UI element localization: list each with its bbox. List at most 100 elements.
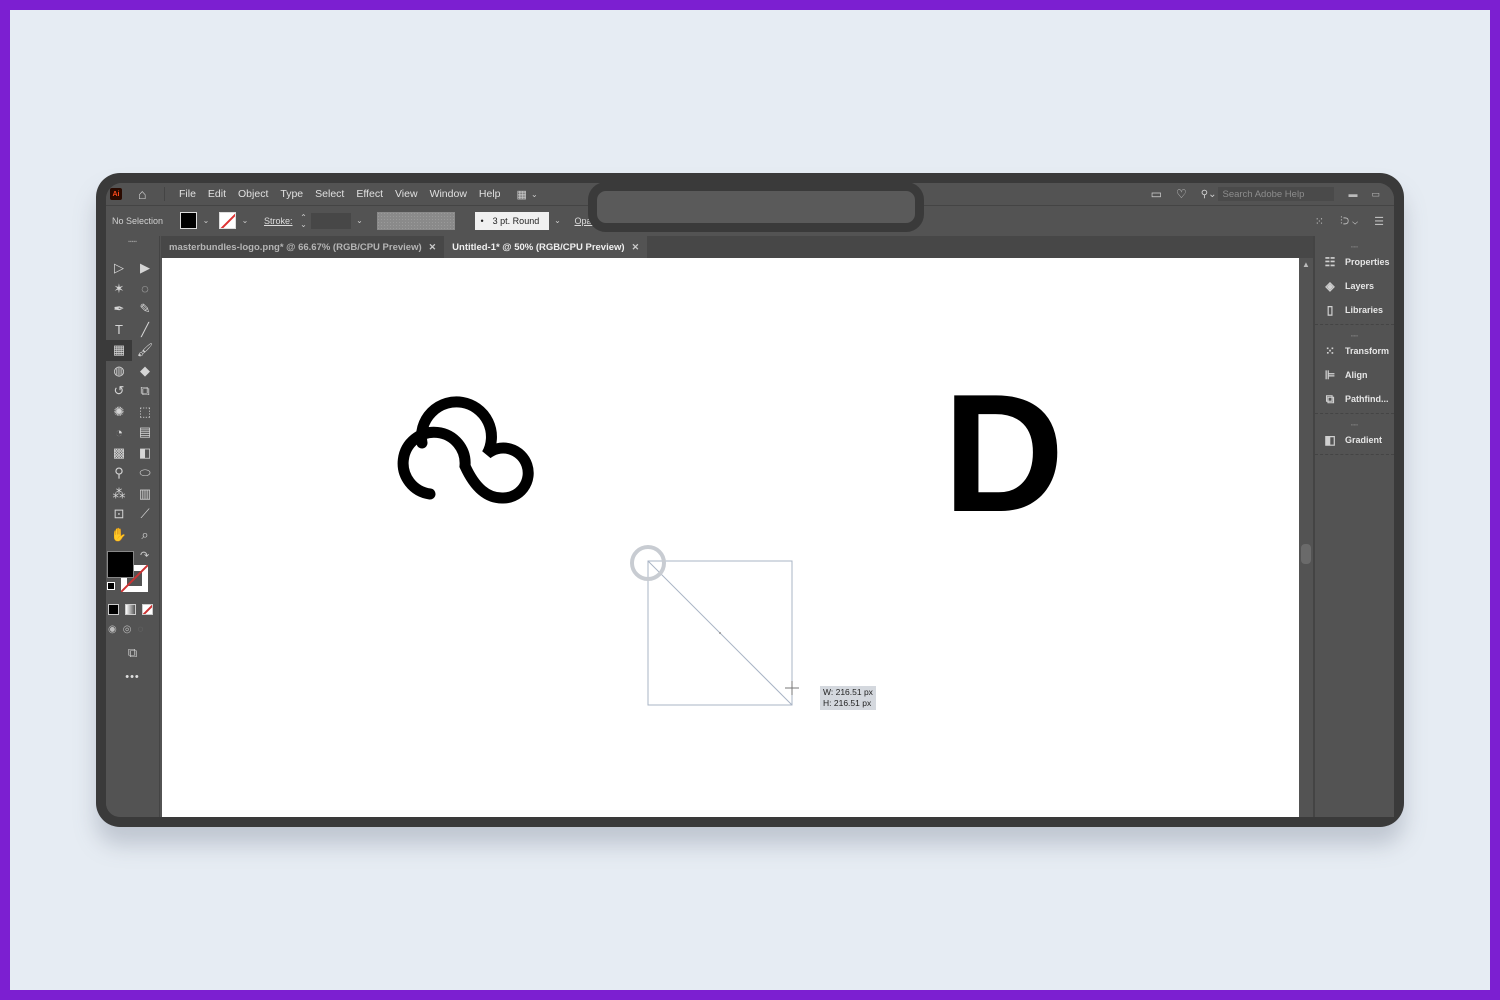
- screen-mode-icon[interactable]: ⧉: [106, 645, 159, 661]
- free-transform-tool[interactable]: ⬚: [132, 402, 158, 423]
- center-point: [719, 632, 721, 634]
- scale-tool[interactable]: ⧉: [132, 381, 158, 402]
- type-icon: T: [115, 322, 123, 338]
- menu-file[interactable]: File: [173, 188, 202, 200]
- warp-icon: ✺: [113, 403, 125, 419]
- menubar-right: ▭ ♡ ⚲⌄ Search Adobe Help ▬ ▭: [1151, 183, 1380, 205]
- brush-dropdown[interactable]: ⌄: [551, 212, 565, 229]
- rotate-tool[interactable]: ↺: [106, 381, 132, 402]
- free-transform-icon: ⬚: [138, 403, 152, 419]
- magic-wand-tool[interactable]: ✶: [106, 279, 132, 300]
- none-mode-button[interactable]: [142, 604, 153, 615]
- eraser-tool[interactable]: ◆: [132, 361, 158, 382]
- arrange-documents-icon[interactable]: ▭: [1151, 187, 1162, 201]
- color-mode-button[interactable]: [108, 604, 119, 615]
- cloud-logo[interactable]: [397, 396, 534, 504]
- vertical-scrollbar[interactable]: ▲: [1299, 258, 1313, 817]
- menu-object[interactable]: Object: [232, 188, 274, 200]
- pen-tool[interactable]: ✒: [106, 299, 132, 320]
- panel-properties[interactable]: ☷ Properties: [1315, 250, 1394, 274]
- tab-untitled-1[interactable]: Untitled-1* @ 50% (RGB/CPU Preview) ✕: [444, 236, 648, 258]
- align-icon[interactable]: ⫶⊃ ⌄: [1340, 215, 1358, 228]
- fill-swatch[interactable]: [180, 212, 197, 229]
- blend-tool[interactable]: ⬭: [132, 463, 158, 484]
- artboard-tool[interactable]: ⊡: [106, 504, 132, 525]
- paintbrush-tool[interactable]: 🖌: [132, 340, 158, 361]
- scroll-up-icon[interactable]: ▲: [1302, 260, 1310, 269]
- panel-transform[interactable]: ⁙ Transform: [1315, 339, 1394, 363]
- menu-type[interactable]: Type: [274, 188, 309, 200]
- perspective-grid-tool[interactable]: ▤: [132, 422, 158, 443]
- stroke-stepper[interactable]: ⌃ ⌄: [299, 213, 309, 228]
- menu-view[interactable]: View: [389, 188, 424, 200]
- line-segment-icon: ╱: [141, 321, 149, 337]
- variable-width-profile[interactable]: [376, 211, 455, 230]
- symbol-sprayer-tool[interactable]: ⁂: [106, 484, 132, 505]
- menu-select[interactable]: Select: [309, 188, 350, 200]
- shaper-tool[interactable]: ◍: [106, 361, 132, 382]
- hand-tool[interactable]: ✋: [106, 525, 132, 546]
- panel-align[interactable]: ⊫ Align: [1315, 363, 1394, 387]
- rectangle-tool[interactable]: ▦: [106, 340, 132, 361]
- panel-menu-icon[interactable]: ☰: [1374, 215, 1384, 228]
- line-segment-tool[interactable]: ╱: [132, 320, 158, 341]
- minimize-button[interactable]: ▬: [1348, 189, 1357, 199]
- tab-masterbundles-logo[interactable]: masterbundles-logo.png* @ 66.67% (RGB/CP…: [161, 236, 444, 258]
- chevron-down-icon[interactable]: ⌄: [531, 190, 538, 199]
- maximize-button[interactable]: ▭: [1371, 189, 1380, 200]
- device-frame: Ai ⌂ File Edit Object Type Select Effect…: [96, 173, 1404, 827]
- workspace-switcher-icon[interactable]: ▦: [517, 188, 527, 201]
- menu-help[interactable]: Help: [473, 188, 507, 200]
- home-icon[interactable]: ⌂: [138, 187, 154, 201]
- zoom-tool[interactable]: ⌕: [132, 525, 158, 546]
- panel-gradient[interactable]: ◧ Gradient: [1315, 428, 1394, 452]
- gradient-tool[interactable]: ◧: [132, 443, 158, 464]
- artboard-canvas[interactable]: D W: 216.51 px H: 216.51 px: [162, 258, 1299, 817]
- selection-tool[interactable]: ▷: [106, 258, 132, 279]
- menu-effect[interactable]: Effect: [350, 188, 389, 200]
- brush-definition[interactable]: • 3 pt. Round: [474, 211, 549, 230]
- mesh-tool[interactable]: ▩: [106, 443, 132, 464]
- curvature-tool[interactable]: ✎: [132, 299, 158, 320]
- tools-grid: ▷ ▶ ✶ ◌ ✒ ✎ T ╱ ▦ 🖌 ◍ ◆ ↺ ⧉ ✺ ⬚ ◔ ▤ ▩ ◧ ⚲ ⬭ ⁂ ▥ ⊡ ⟋ ✋ ⌕: [106, 258, 159, 545]
- close-icon[interactable]: ✕: [632, 242, 640, 253]
- more-tools-icon[interactable]: •••: [106, 671, 159, 683]
- stroke-swatch[interactable]: [219, 212, 236, 229]
- panel-libraries[interactable]: ▯ Libraries: [1315, 298, 1394, 322]
- stroke-weight-input[interactable]: [310, 212, 351, 229]
- artboard-icon: ⊡: [113, 506, 125, 522]
- type-tool[interactable]: T: [106, 320, 132, 341]
- close-icon[interactable]: ✕: [429, 242, 437, 253]
- menu-edit[interactable]: Edit: [202, 188, 232, 200]
- lightbulb-icon[interactable]: ♡: [1176, 187, 1187, 201]
- stroke-label[interactable]: Stroke:: [264, 216, 293, 226]
- lasso-icon: ◌: [141, 281, 149, 297]
- panel-layers[interactable]: ◈ Layers: [1315, 274, 1394, 298]
- letter-d[interactable]: D: [943, 359, 1064, 547]
- default-colors-icon[interactable]: [107, 582, 115, 590]
- draw-inside-icon[interactable]: ◌: [137, 624, 143, 635]
- toolbar-grip[interactable]: ▪▪▪▪▪: [106, 236, 159, 248]
- direct-selection-tool[interactable]: ▶: [132, 258, 158, 279]
- transform-icon[interactable]: ⁙: [1315, 215, 1324, 228]
- warp-tool[interactable]: ✺: [106, 402, 132, 423]
- hand-icon: ✋: [110, 526, 128, 542]
- controlbar-right: ⁙ ⫶⊃ ⌄ ☰: [1315, 206, 1384, 236]
- fill-color-box[interactable]: [107, 551, 134, 578]
- menu-window[interactable]: Window: [424, 188, 473, 200]
- fill-dropdown[interactable]: ⌄: [199, 212, 213, 229]
- slice-tool[interactable]: ⟋: [132, 504, 158, 525]
- stroke-dropdown[interactable]: ⌄: [238, 212, 252, 229]
- gradient-mode-button[interactable]: [125, 604, 136, 615]
- search-help-input[interactable]: Search Adobe Help: [1218, 187, 1335, 201]
- draw-normal-icon[interactable]: ◉: [108, 624, 117, 635]
- draw-behind-icon[interactable]: ◎: [123, 624, 132, 635]
- stroke-weight-dropdown[interactable]: ⌄: [353, 212, 367, 229]
- scroll-thumb[interactable]: [1301, 544, 1311, 564]
- eyedropper-tool[interactable]: ⚲: [106, 463, 132, 484]
- swap-colors-icon[interactable]: ↷: [140, 549, 149, 562]
- lasso-tool[interactable]: ◌: [132, 279, 158, 300]
- panel-pathfinder[interactable]: ⧉ Pathfind...: [1315, 387, 1394, 411]
- shape-builder-tool[interactable]: ◔: [106, 422, 132, 443]
- column-graph-tool[interactable]: ▥: [132, 484, 158, 505]
